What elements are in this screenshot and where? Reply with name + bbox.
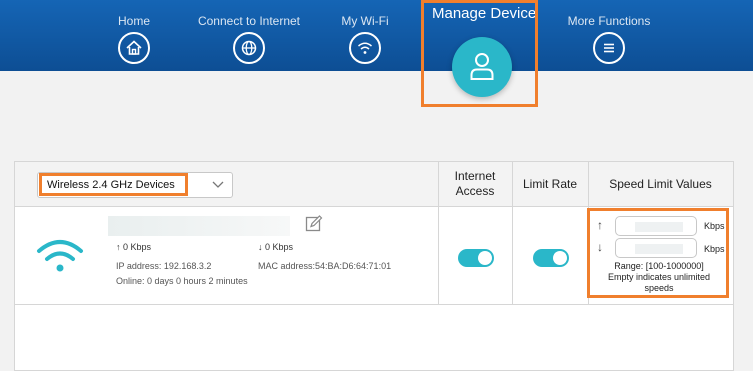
nav-home[interactable]: Home (74, 0, 194, 64)
nav-my-wifi[interactable]: My Wi-Fi (305, 0, 425, 64)
menu-icon (593, 32, 625, 64)
nav-connect-internet-label: Connect to Internet (197, 14, 301, 28)
download-speed: ↓ 0 Kbps (258, 242, 294, 252)
top-nav-bar: Home Connect to Internet My Wi-Fi More F… (0, 0, 753, 71)
speed-limit-highlight (587, 208, 729, 298)
nav-connect-internet[interactable]: Connect to Internet (189, 0, 309, 64)
header-speed-limit-values: Speed Limit Values (609, 176, 712, 191)
wifi-icon (349, 32, 381, 64)
internet-access-toggle[interactable] (458, 249, 494, 267)
online-time: Online: 0 days 0 hours 2 minutes (116, 276, 248, 286)
manage-device-highlight (421, 0, 538, 107)
home-icon (118, 32, 150, 64)
header-limit-rate: Limit Rate (522, 176, 578, 191)
device-name-redacted (108, 216, 290, 236)
wifi-signal-icon (37, 240, 83, 272)
upload-speed: ↑ 0 Kbps (116, 242, 152, 252)
globe-icon (233, 32, 265, 64)
nav-my-wifi-label: My Wi-Fi (341, 14, 389, 28)
chevron-down-icon (212, 181, 224, 188)
ip-address: IP address: 192.168.3.2 (116, 261, 212, 271)
nav-home-label: Home (117, 14, 150, 28)
band-select-highlight (39, 173, 188, 196)
edit-icon[interactable] (305, 215, 323, 233)
nav-more-functions[interactable]: More Functions (549, 0, 669, 64)
limit-rate-toggle[interactable] (533, 249, 569, 267)
header-internet-access: Internet Access (454, 169, 496, 198)
mac-address: MAC address:54:BA:D6:64:71:01 (258, 261, 392, 271)
nav-more-functions-label: More Functions (567, 14, 651, 28)
